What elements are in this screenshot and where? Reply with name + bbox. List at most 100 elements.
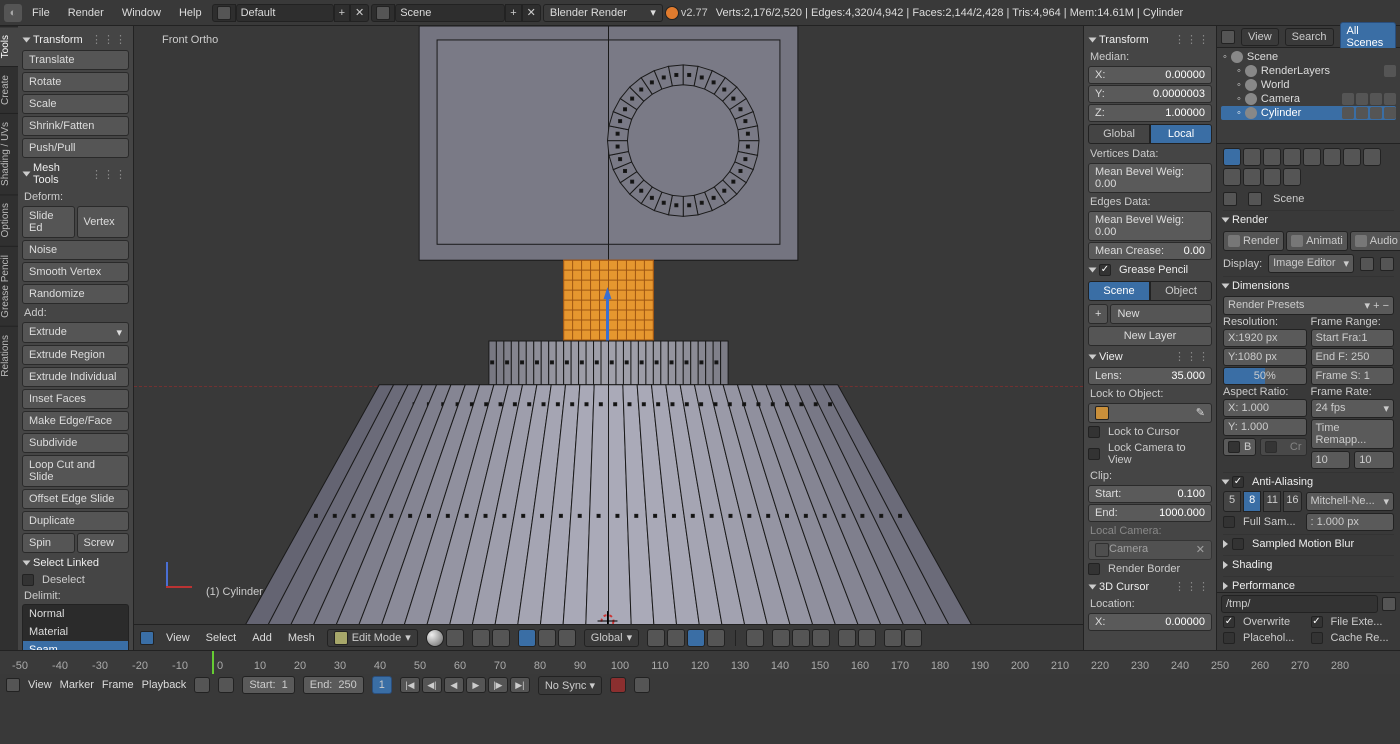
push-pull-button[interactable]: Push/Pull <box>22 138 129 158</box>
slide-edge-button[interactable]: Slide Ed <box>22 206 75 238</box>
tab-particles-icon[interactable] <box>1263 168 1281 186</box>
spin-button[interactable]: Spin <box>22 533 75 553</box>
camera-field[interactable]: Camera✕ <box>1088 540 1212 560</box>
smb-panel-header[interactable]: Sampled Motion Blur <box>1223 534 1394 553</box>
outliner-node-camera[interactable]: ◦Camera <box>1221 92 1396 106</box>
noise-button[interactable]: Noise <box>22 240 129 260</box>
outliner-editor-icon[interactable] <box>1221 30 1235 44</box>
keyset-icon[interactable] <box>634 677 650 693</box>
subdivide-button[interactable]: Subdivide <box>22 433 129 453</box>
gp-add-button[interactable]: + <box>1088 304 1108 324</box>
crop-check[interactable]: Cr <box>1260 438 1306 456</box>
screw-button[interactable]: Screw <box>77 533 130 553</box>
aa-filter-select[interactable]: Mitchell-Ne...▾ <box>1306 492 1395 511</box>
menu-render[interactable]: Render <box>60 4 112 22</box>
tab-data-icon[interactable] <box>1363 148 1381 166</box>
gp-check[interactable] <box>1099 264 1111 276</box>
translate-button[interactable]: Translate <box>22 50 129 70</box>
tab-physics-icon[interactable] <box>1283 168 1301 186</box>
tab-modifier-icon[interactable] <box>1343 148 1361 166</box>
smb-check[interactable] <box>1232 538 1244 550</box>
aspect-x-field[interactable]: X: 1.000 <box>1223 399 1307 417</box>
snap-target-icon[interactable] <box>812 629 830 647</box>
dimensions-panel-header[interactable]: Dimensions <box>1223 276 1394 295</box>
menu-window[interactable]: Window <box>114 4 169 22</box>
tab-layers-icon[interactable] <box>1243 148 1261 166</box>
crease-field[interactable]: Mean Crease:0.00 <box>1088 242 1212 260</box>
smooth-vertex-button[interactable]: Smooth Vertex <box>22 262 129 282</box>
lens-field[interactable]: Lens:35.000 <box>1088 367 1212 385</box>
render-button[interactable]: Render <box>1223 231 1284 251</box>
slide-vertex-button[interactable]: Vertex <box>77 206 130 238</box>
vtab-shading[interactable]: Shading / UVs <box>0 113 18 194</box>
display-select[interactable]: Image Editor▾ <box>1268 254 1354 273</box>
outliner-tree[interactable]: ◦Scene◦RenderLayers◦World◦Camera◦Cylinde… <box>1217 48 1400 143</box>
res-x-field[interactable]: X:1920 px <box>1223 329 1307 347</box>
timeline-ruler[interactable]: -50-40-30-20-100102030405060708090100110… <box>0 651 1400 674</box>
lock-icon[interactable] <box>1360 257 1374 271</box>
menu-add[interactable]: Add <box>248 632 276 644</box>
vtab-tools[interactable]: Tools <box>0 26 18 66</box>
fps-select[interactable]: 24 fps▾ <box>1311 399 1395 418</box>
shading-solid-icon[interactable] <box>426 629 444 647</box>
npanel-cursor-header[interactable]: 3D Cursor⋮⋮⋮ <box>1088 577 1212 596</box>
end-frame-field[interactable]: End F: 250 <box>1311 348 1395 366</box>
fullscreen-icon[interactable] <box>1380 257 1394 271</box>
eyedropper-icon[interactable]: ✎ <box>1196 406 1205 420</box>
play-reverse-button[interactable]: ◀ <box>444 677 464 693</box>
median-z-field[interactable]: Z:1.00000 <box>1088 104 1212 122</box>
layers-icon[interactable] <box>746 629 764 647</box>
res-pct-field[interactable]: 50% <box>1223 367 1307 385</box>
outliner-node-world[interactable]: ◦World <box>1221 78 1396 92</box>
border-check[interactable]: B <box>1223 438 1256 456</box>
editor-type-icon[interactable] <box>140 631 154 645</box>
space-toggle[interactable]: GlobalLocal <box>1088 124 1212 144</box>
extrude-region-button[interactable]: Extrude Region <box>22 345 129 365</box>
vertex-select-icon[interactable] <box>647 629 665 647</box>
tab-world-icon[interactable] <box>1283 148 1301 166</box>
menu-select[interactable]: Select <box>202 632 241 644</box>
current-frame-field[interactable]: 1 <box>372 676 392 694</box>
layout-selector[interactable]: Default +✕ <box>212 4 370 22</box>
lock-object-field[interactable]: ✎ <box>1088 403 1212 423</box>
outliner-search-btn[interactable]: Search <box>1285 28 1334 46</box>
follow-icon[interactable] <box>218 677 234 693</box>
pivot-icon[interactable] <box>472 629 490 647</box>
blender-icon[interactable]: ◐ <box>4 4 22 22</box>
snap-element-icon[interactable] <box>792 629 810 647</box>
manip-rotate-icon[interactable] <box>538 629 556 647</box>
rotate-button[interactable]: Rotate <box>22 72 129 92</box>
clear-icon[interactable]: ✕ <box>1196 543 1205 557</box>
snap-magnet-icon[interactable] <box>772 629 790 647</box>
frame-step-field[interactable]: Frame S: 1 <box>1311 367 1395 385</box>
bevel-weight-field[interactable]: Mean Bevel Weig: 0.00 <box>1088 163 1212 193</box>
aa-check[interactable] <box>1232 476 1244 488</box>
timeline-editor-icon[interactable] <box>6 678 20 692</box>
remap-old-field[interactable]: 10 <box>1311 451 1351 469</box>
pivot-lock-icon[interactable] <box>492 629 510 647</box>
duplicate-button[interactable]: Duplicate <box>22 511 129 531</box>
jump-start-button[interactable]: |◀ <box>400 677 420 693</box>
vtab-grease[interactable]: Grease Pencil <box>0 246 18 326</box>
tab-constraint-icon[interactable] <box>1323 148 1341 166</box>
orientation-select[interactable]: Global▾ <box>584 629 639 647</box>
npanel-transform-header[interactable]: Transform⋮⋮⋮ <box>1088 30 1212 49</box>
panel-meshtools-header[interactable]: Mesh Tools⋮⋮⋮ <box>22 159 129 189</box>
offset-edge-button[interactable]: Offset Edge Slide <box>22 489 129 509</box>
jump-end-button[interactable]: ▶| <box>510 677 530 693</box>
panel-select-linked-header[interactable]: Select Linked <box>22 554 129 572</box>
new-layer-button[interactable]: New Layer <box>1088 326 1212 346</box>
outliner-allscenes-btn[interactable]: All Scenes <box>1340 22 1396 52</box>
randomize-button[interactable]: Randomize <box>22 284 129 304</box>
median-x-field[interactable]: X:0.00000 <box>1088 66 1212 84</box>
limit-select-icon[interactable] <box>707 629 725 647</box>
median-y-field[interactable]: Y:0.0000003 <box>1088 85 1212 103</box>
outliner-node-scene[interactable]: ◦Scene <box>1221 50 1396 64</box>
manip-scale-icon[interactable] <box>558 629 576 647</box>
gp-icon-2[interactable] <box>904 629 922 647</box>
tl-marker[interactable]: Marker <box>60 679 94 691</box>
performance-panel-header[interactable]: Performance <box>1223 576 1394 592</box>
tl-view[interactable]: View <box>28 679 52 691</box>
lock-cursor-check[interactable] <box>1088 426 1100 438</box>
cache-check[interactable] <box>1311 632 1323 644</box>
